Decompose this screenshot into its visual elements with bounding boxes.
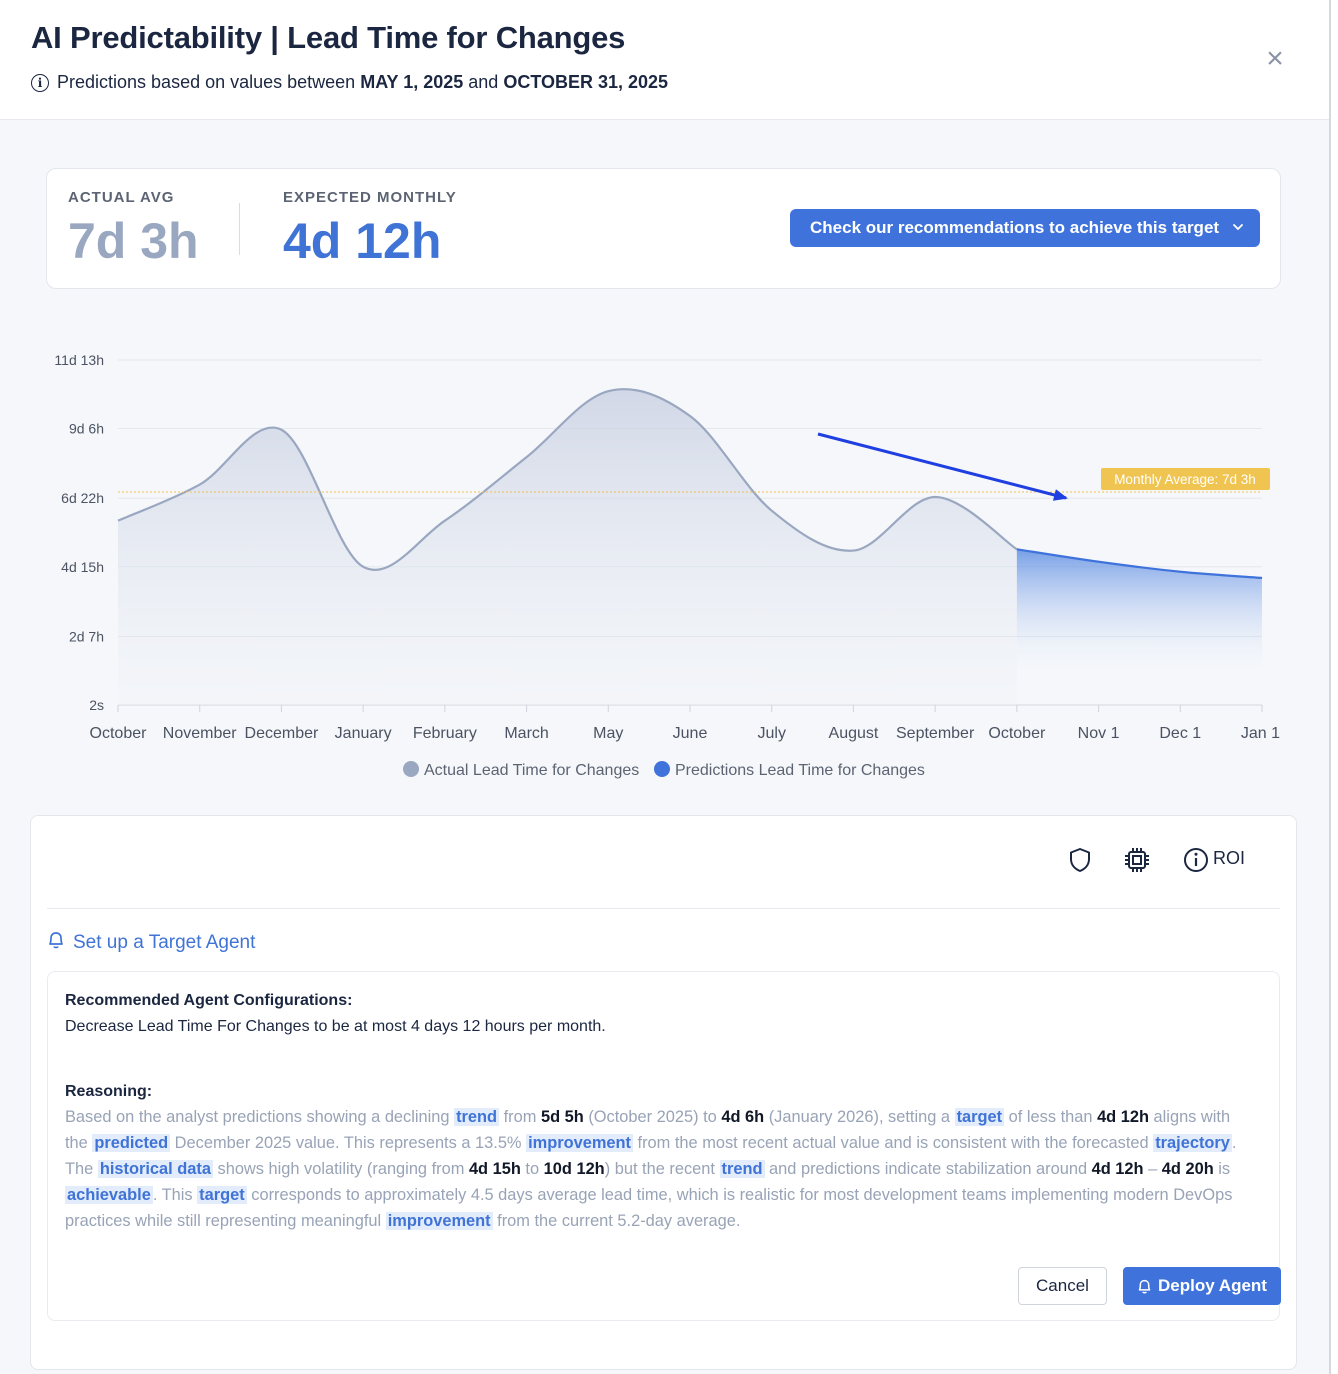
reason-keyword: target [954, 1108, 1005, 1126]
date-start: MAY 1, 2025 [360, 72, 464, 92]
y-tick-label: 2s [89, 697, 104, 713]
y-tick-label: 11d 13h [54, 352, 104, 368]
page-title: AI Predictability | Lead Time for Change… [31, 20, 626, 55]
kpi-actual-value: 7d 3h [68, 213, 199, 269]
cancel-button[interactable]: Cancel [1018, 1267, 1107, 1305]
reason-text: from the most recent actual value and is… [632, 1134, 1154, 1152]
shield-icon[interactable] [1067, 846, 1093, 879]
y-tick-label: 2d 7h [69, 628, 104, 644]
x-tick-label: August [829, 725, 879, 742]
reason-keyword: improvement [385, 1212, 493, 1230]
lead-time-chart: 11d 13h 9d 6h 6d 22h 4d 15h 2d 7h 2s Monthly … [54, 352, 1280, 779]
reason-text: (January 2026), setting a [764, 1108, 955, 1126]
subtitle-prefix: Predictions based on values between [57, 72, 356, 92]
reason-value: 4d 15h [468, 1160, 521, 1178]
bell-icon [1138, 1279, 1151, 1293]
agent-panel: ROI Set up a Target Agent Recommended Ag… [30, 815, 1297, 1370]
x-tick-label: November [163, 725, 237, 742]
reason-value: 4d 12h [1097, 1108, 1149, 1126]
reason-text: December 2025 value. This represents a 1… [170, 1134, 527, 1152]
reason-text: . This [152, 1186, 198, 1204]
roi-label[interactable]: ROI [1213, 848, 1245, 869]
chevron-down-icon [1232, 217, 1244, 240]
x-tick-label: June [673, 725, 708, 742]
reason-keyword: trajectory [1153, 1134, 1232, 1152]
reason-text: (October 2025) to [583, 1108, 722, 1126]
x-tick-label: March [504, 725, 548, 742]
reason-value: 4d 20h [1161, 1160, 1214, 1178]
x-tick-label: February [413, 725, 477, 742]
panel-divider [47, 908, 1280, 909]
y-tick-label: 9d 6h [69, 421, 104, 437]
x-tick-label: September [896, 725, 975, 742]
reason-text: of less than [1004, 1108, 1098, 1126]
reason-value: 4d 12h [1091, 1160, 1144, 1178]
bell-icon [47, 930, 65, 956]
setup-target-agent-link[interactable]: Set up a Target Agent [47, 930, 255, 956]
deploy-agent-button[interactable]: Deploy Agent [1123, 1267, 1281, 1305]
info-icon: i [31, 73, 49, 92]
window-edge [1329, 0, 1338, 1374]
x-tick-label: May [593, 725, 623, 742]
kpi-actual-avg: ACTUAL AVG 7d 3h [68, 189, 199, 270]
legend-swatch [403, 761, 419, 777]
recommendations-button[interactable]: Check our recommendations to achieve thi… [790, 209, 1260, 247]
reason-keyword: achievable [65, 1186, 153, 1204]
reason-text: to [520, 1160, 544, 1178]
reason-text: from [499, 1108, 541, 1126]
reason-keyword: historical data [97, 1160, 213, 1178]
legend-label[interactable]: Actual Lead Time for Changes [424, 762, 639, 779]
agent-config-card: Recommended Agent Configurations: Decrea… [47, 971, 1281, 1321]
reason-keyword: improvement [526, 1134, 633, 1152]
y-tick-label: 4d 15h [61, 559, 104, 575]
reason-text: – [1143, 1160, 1162, 1178]
reason-text: Based on the analyst predictions showing… [65, 1108, 455, 1126]
close-icon[interactable]: × [1262, 44, 1288, 74]
reason-value: 5d 5h [540, 1108, 584, 1126]
reason-text: shows high volatility (ranging from [212, 1160, 469, 1178]
x-tick-label: October [90, 725, 148, 742]
reason-keyword: target [197, 1186, 247, 1204]
setup-target-agent-label: Set up a Target Agent [73, 932, 256, 953]
reason-keyword: predicted [92, 1134, 171, 1152]
reason-value: 4d 6h [721, 1108, 765, 1126]
reasoning-text: Based on the analyst predictions showing… [65, 1104, 1255, 1234]
kpi-card: ACTUAL AVG 7d 3h EXPECTED MONTHLY 4d 12h… [46, 168, 1281, 289]
deploy-agent-label: Deploy Agent [1158, 1276, 1267, 1295]
x-tick-label: Dec 1 [1159, 725, 1201, 742]
legend-label[interactable]: Predictions Lead Time for Changes [675, 762, 925, 779]
date-end: OCTOBER 31, 2025 [503, 72, 669, 92]
config-text: Decrease Lead Time For Changes to be at … [65, 1018, 606, 1035]
reason-text: ) but the recent [604, 1160, 720, 1178]
kpi-expected-monthly: EXPECTED MONTHLY 4d 12h [283, 189, 457, 270]
reason-keyword: trend [719, 1160, 765, 1178]
y-tick-label: 6d 22h [61, 490, 104, 506]
chip-icon[interactable] [1123, 846, 1151, 879]
reason-text: and predictions indicate stabilization a… [764, 1160, 1092, 1178]
subtitle-and: and [468, 72, 499, 92]
x-tick-label: Nov 1 [1078, 725, 1120, 742]
x-tick-label: Jan 1 [1241, 725, 1280, 742]
reason-keyword: trend [454, 1108, 500, 1126]
reasoning-heading: Reasoning: [65, 1083, 153, 1100]
reason-text: is [1213, 1160, 1231, 1178]
trend-arrow [817, 432, 1068, 501]
x-tick-label: July [757, 725, 785, 742]
kpi-divider [239, 203, 240, 255]
x-tick-label: January [335, 725, 392, 742]
monthly-average-label: Monthly Average: 7d 3h [1114, 472, 1256, 487]
reason-text: from the current 5.2-day average. [492, 1212, 741, 1230]
kpi-actual-label: ACTUAL AVG [68, 189, 175, 206]
config-heading: Recommended Agent Configurations: [65, 992, 353, 1009]
kpi-expected-value: 4d 12h [283, 213, 442, 269]
date-range-note: i Predictions based on values between MA… [31, 72, 673, 93]
reason-value: 10d 12h [543, 1160, 605, 1178]
legend-swatch [654, 761, 670, 777]
info-icon[interactable] [1182, 846, 1210, 879]
x-tick-label: December [245, 725, 319, 742]
modal-header: AI Predictability | Lead Time for Change… [0, 0, 1329, 120]
recommendations-button-label: Check our recommendations to achieve thi… [810, 218, 1220, 237]
x-tick-label: October [988, 725, 1046, 742]
kpi-expected-label: EXPECTED MONTHLY [283, 189, 457, 206]
